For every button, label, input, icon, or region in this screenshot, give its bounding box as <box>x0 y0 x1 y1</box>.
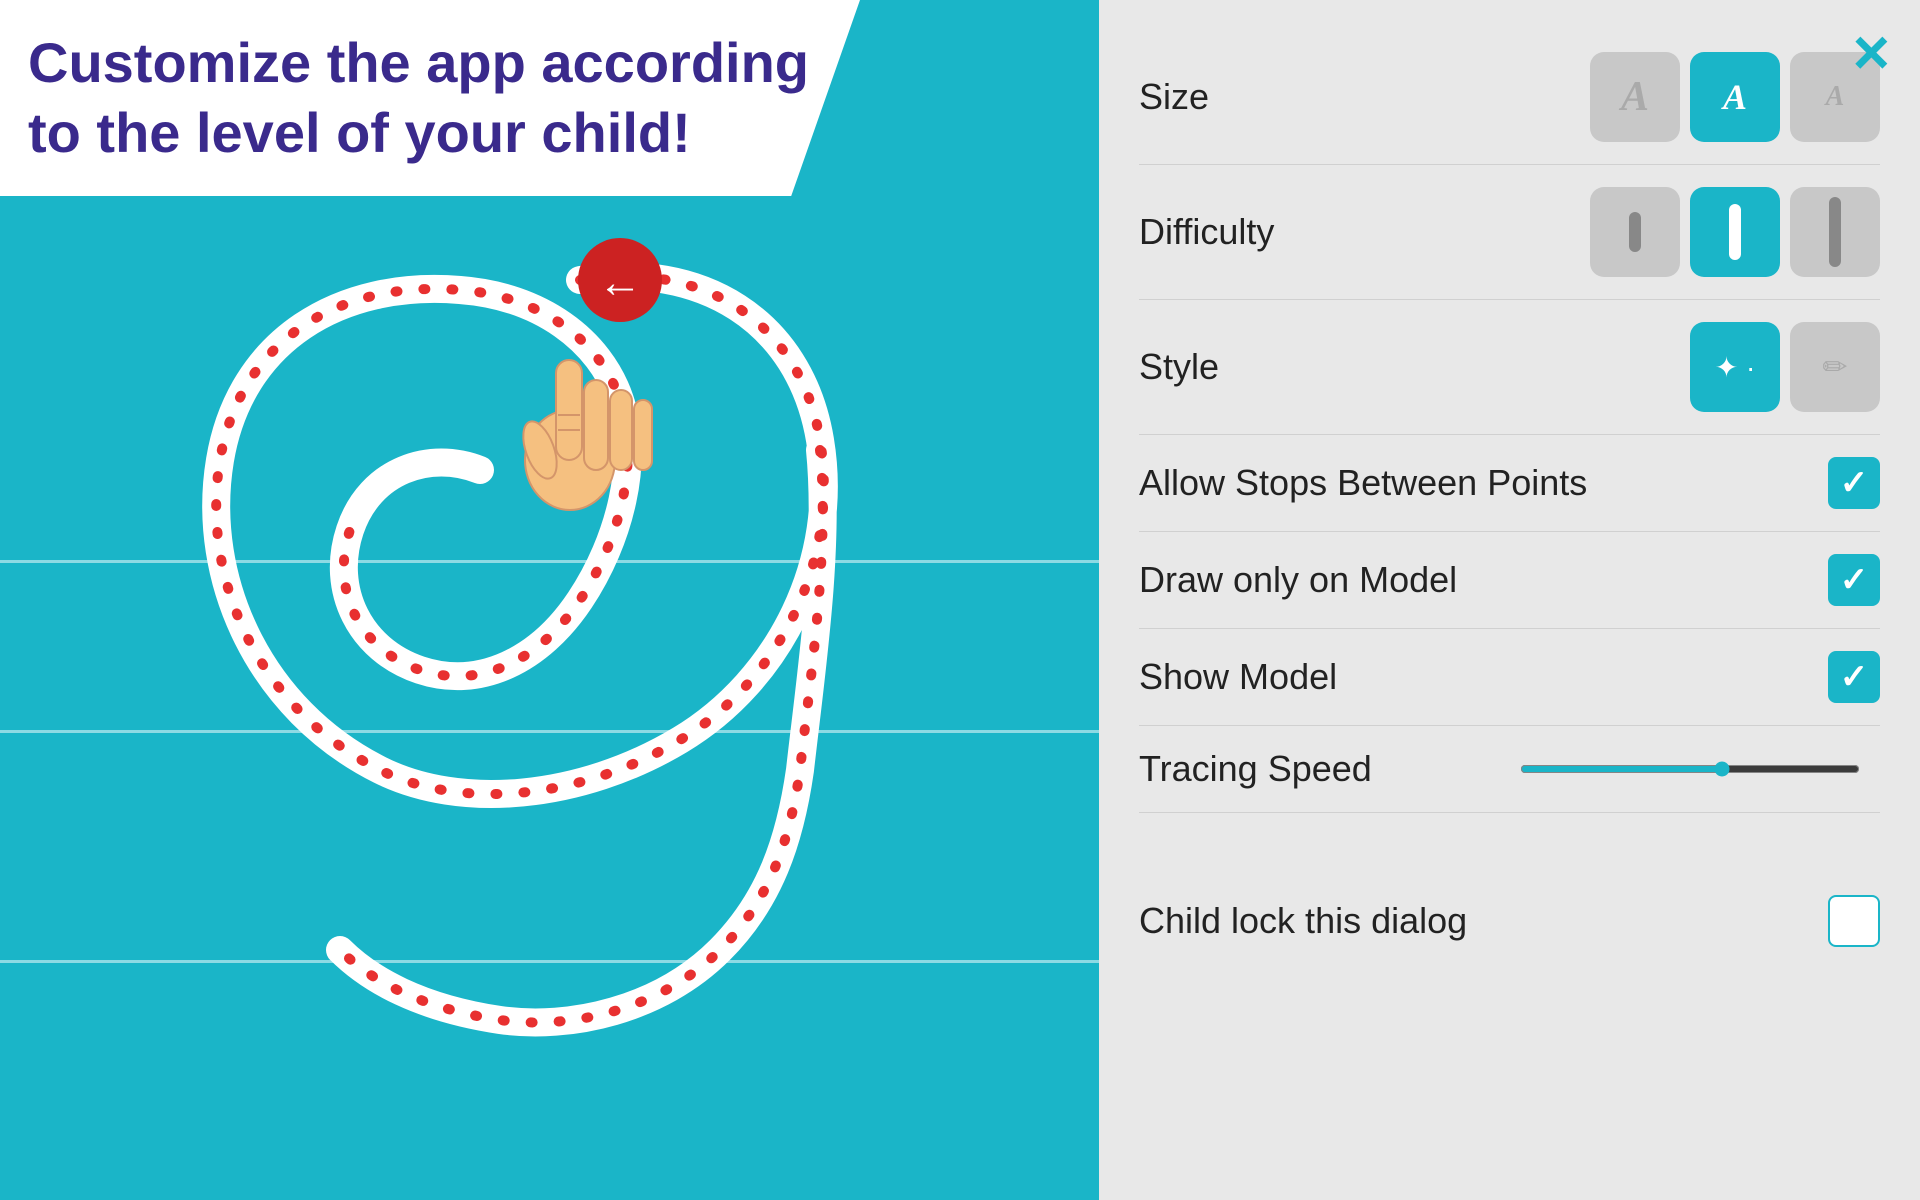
draw-only-row: Draw only on Model <box>1139 532 1880 629</box>
difficulty-medium-btn[interactable] <box>1690 187 1780 277</box>
difficulty-hard-btn[interactable] <box>1790 187 1880 277</box>
header-text: Customize the app according to the level… <box>28 28 820 168</box>
left-panel: Customize the app according to the level… <box>0 0 1099 1200</box>
difficulty-label: Difficulty <box>1139 211 1274 253</box>
draw-only-label: Draw only on Model <box>1139 559 1457 601</box>
allow-stops-row: Allow Stops Between Points <box>1139 435 1880 532</box>
spacer <box>1139 813 1880 873</box>
style-btn-group: ✦ · ✏ <box>1690 322 1880 412</box>
size-label: Size <box>1139 76 1209 118</box>
style-dots-btn[interactable]: ✦ · <box>1690 322 1780 412</box>
size-row: Size A A A <box>1139 30 1880 165</box>
size-btn-group: A A A <box>1590 52 1880 142</box>
difficulty-row: Difficulty <box>1139 165 1880 300</box>
show-model-row: Show Model <box>1139 629 1880 726</box>
tracing-speed-label: Tracing Speed <box>1139 748 1372 790</box>
tracing-speed-slider-container <box>1520 760 1880 778</box>
child-lock-row: Child lock this dialog <box>1139 873 1880 969</box>
size-medium-btn[interactable]: A <box>1690 52 1780 142</box>
style-row: Style ✦ · ✏ <box>1139 300 1880 435</box>
child-lock-checkbox[interactable] <box>1828 895 1880 947</box>
pencil-icon: ✏ <box>1822 350 1847 385</box>
right-panel: × Size A A A Difficulty <box>1099 0 1920 1200</box>
show-model-label: Show Model <box>1139 656 1337 698</box>
svg-text:←: ← <box>598 258 642 307</box>
draw-only-checkbox[interactable] <box>1828 554 1880 606</box>
close-button[interactable]: × <box>1853 20 1890 84</box>
cursive-svg: ← <box>0 200 1099 1100</box>
stars-icon: ✦ · <box>1715 351 1756 384</box>
style-pencil-btn[interactable]: ✏ <box>1790 322 1880 412</box>
difficulty-btn-group <box>1590 187 1880 277</box>
tracing-speed-slider[interactable] <box>1520 765 1860 773</box>
style-label: Style <box>1139 346 1219 388</box>
size-large-btn[interactable]: A <box>1590 52 1680 142</box>
tracing-speed-row: Tracing Speed <box>1139 726 1880 813</box>
hand-cursor: ← <box>517 238 662 510</box>
child-lock-label: Child lock this dialog <box>1139 900 1467 942</box>
difficulty-easy-btn[interactable] <box>1590 187 1680 277</box>
show-model-checkbox[interactable] <box>1828 651 1880 703</box>
allow-stops-label: Allow Stops Between Points <box>1139 462 1587 504</box>
cursive-area: ← <box>0 200 1099 1100</box>
header-box: Customize the app according to the level… <box>0 0 860 196</box>
allow-stops-checkbox[interactable] <box>1828 457 1880 509</box>
